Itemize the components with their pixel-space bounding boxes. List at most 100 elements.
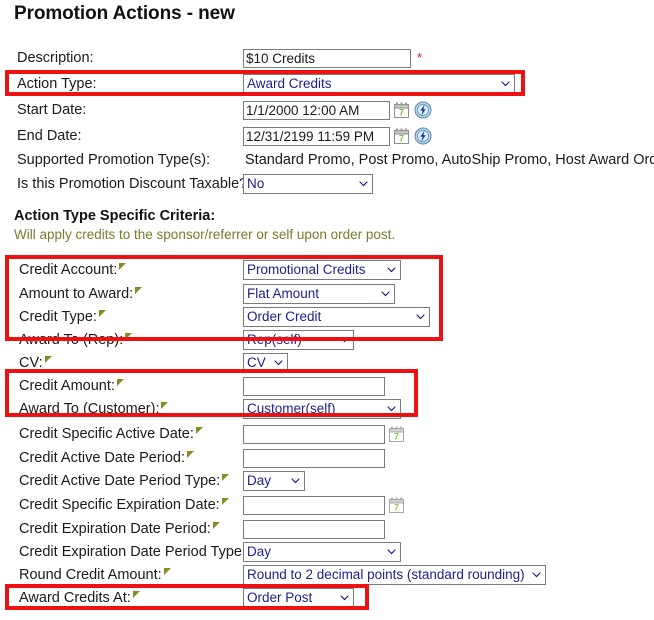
clock-icon[interactable] (414, 101, 432, 119)
help-flag-icon (117, 379, 124, 387)
discount-taxable-select[interactable]: No (243, 174, 373, 194)
help-flag-icon (119, 263, 126, 271)
credit-specific-expiration-date-field-group: 7 (243, 496, 404, 515)
row-supported-promotion-types: Supported Promotion Type(s): Standard Pr… (0, 149, 654, 171)
credit-specific-active-date-input[interactable] (243, 425, 385, 444)
row-end-date: End Date: 7 (0, 125, 654, 147)
credit-type-label: Credit Type: (19, 306, 106, 328)
cv-value: CV (247, 354, 266, 372)
chevron-down-icon (331, 594, 350, 602)
award-credits-at-value: Order Post (247, 589, 312, 607)
chevron-down-icon (407, 313, 426, 321)
chevron-down-icon (492, 80, 511, 88)
award-to-rep-select[interactable]: Rep(self) (243, 330, 354, 350)
calendar-icon[interactable]: 7 (394, 102, 409, 118)
row-credit-specific-expiration-date: Credit Specific Expiration Date: 7 (0, 494, 654, 516)
round-credit-amount-select[interactable]: Round to 2 decimal points (standard roun… (243, 565, 546, 585)
row-discount-taxable: Is this Promotion Discount Taxable?: No (0, 173, 654, 195)
credit-active-date-period-type-label-text: Credit Active Date Period Type: (19, 473, 220, 489)
help-flag-icon (196, 427, 203, 435)
action-type-field-group: Award Credits (243, 74, 515, 94)
row-description: Description: * (0, 47, 654, 69)
help-flag-icon (135, 287, 142, 295)
chevron-down-icon (378, 266, 397, 274)
row-action-type: Action Type: Award Credits (0, 73, 654, 95)
award-credits-at-select[interactable]: Order Post (243, 588, 354, 608)
chevron-down-icon (331, 336, 350, 344)
credit-expiration-date-period-label: Credit Expiration Date Period: (19, 518, 220, 540)
award-to-rep-field-group: Rep(self) (243, 330, 354, 350)
credit-specific-expiration-date-input[interactable] (243, 496, 385, 515)
calendar-icon[interactable]: 7 (394, 128, 409, 144)
start-date-field-group: 7 (243, 101, 432, 120)
discount-taxable-label-text: Is this Promotion Discount Taxable?: (17, 176, 251, 192)
row-cv: CV: CV (0, 352, 654, 374)
required-marker: * (417, 52, 422, 64)
credit-expiration-date-period-type-value: Day (247, 543, 271, 561)
row-credit-active-date-period-type: Credit Active Date Period Type: Day (0, 470, 654, 492)
credit-type-select[interactable]: Order Credit (243, 307, 430, 327)
help-flag-icon (99, 310, 106, 318)
credit-active-date-period-type-label: Credit Active Date Period Type: (19, 470, 229, 492)
description-field-group: * (243, 49, 422, 68)
credit-specific-active-date-field-group: 7 (243, 425, 404, 444)
row-award-to-customer: Award To (Customer): Customer(self) (0, 398, 654, 420)
action-type-select[interactable]: Award Credits (243, 74, 515, 94)
amount-to-award-label-text: Amount to Award: (19, 286, 133, 302)
amount-to-award-label: Amount to Award: (19, 283, 142, 305)
amount-to-award-select[interactable]: Flat Amount (243, 284, 395, 304)
help-flag-icon (125, 333, 132, 341)
credit-type-label-text: Credit Type: (19, 309, 97, 325)
credit-active-date-period-label-text: Credit Active Date Period: (19, 450, 185, 466)
discount-taxable-value: No (247, 175, 264, 193)
round-credit-amount-value: Round to 2 decimal points (standard roun… (247, 566, 525, 584)
calendar-icon[interactable]: 7 (389, 426, 404, 442)
row-start-date: Start Date: 7 (0, 99, 654, 121)
help-flag-icon (213, 522, 220, 530)
row-credit-type: Credit Type: Order Credit (0, 306, 654, 328)
credit-active-date-period-input[interactable] (243, 449, 385, 468)
svg-text:7: 7 (394, 431, 399, 441)
help-flag-icon (222, 474, 229, 482)
svg-text:7: 7 (399, 133, 404, 143)
chevron-down-icon (350, 180, 369, 188)
award-to-customer-label: Award To (Customer): (19, 398, 168, 420)
chevron-down-icon (378, 548, 397, 556)
award-to-rep-label-text: Award To (Rep): (19, 332, 123, 348)
end-date-input[interactable] (243, 127, 390, 146)
credit-account-value: Promotional Credits (247, 261, 366, 279)
action-type-label: Action Type: (17, 73, 97, 95)
svg-text:7: 7 (394, 502, 399, 512)
help-flag-icon (133, 591, 140, 599)
help-flag-icon (45, 356, 52, 364)
credit-amount-input[interactable] (243, 377, 385, 396)
help-flag-icon (222, 498, 229, 506)
credit-expiration-date-period-type-select[interactable]: Day (243, 542, 401, 562)
svg-text:7: 7 (399, 107, 404, 117)
amount-to-award-value: Flat Amount (247, 285, 319, 303)
criteria-description: Will apply credits to the sponsor/referr… (14, 227, 395, 242)
start-date-input[interactable] (243, 101, 390, 120)
row-award-to-rep: Award To (Rep): Rep(self) (0, 329, 654, 351)
credit-amount-label: Credit Amount: (19, 375, 124, 397)
chevron-down-icon (270, 359, 284, 367)
description-input[interactable] (243, 49, 411, 68)
credit-expiration-date-period-input[interactable] (243, 520, 385, 539)
credit-type-value: Order Credit (247, 308, 321, 326)
credit-type-field-group: Order Credit (243, 307, 430, 327)
calendar-icon[interactable]: 7 (389, 497, 404, 513)
discount-taxable-label: Is this Promotion Discount Taxable?: (17, 173, 260, 195)
cv-select[interactable]: CV (243, 353, 288, 373)
credit-active-date-period-type-select[interactable]: Day (243, 471, 305, 491)
award-credits-at-field-group: Order Post (243, 588, 354, 608)
page-title: Promotion Actions - new (14, 3, 235, 25)
row-award-credits-at: Award Credits At: Order Post (0, 587, 654, 609)
clock-icon[interactable] (414, 127, 432, 145)
row-credit-expiration-date-period: Credit Expiration Date Period: (0, 518, 654, 540)
round-credit-amount-field-group: Round to 2 decimal points (standard roun… (243, 565, 546, 585)
award-to-customer-select[interactable]: Customer(self) (243, 399, 401, 419)
award-to-customer-value: Customer(self) (247, 400, 336, 418)
row-amount-to-award: Amount to Award: Flat Amount (0, 283, 654, 305)
credit-account-select[interactable]: Promotional Credits (243, 260, 401, 280)
cv-field-group: CV (243, 353, 288, 373)
